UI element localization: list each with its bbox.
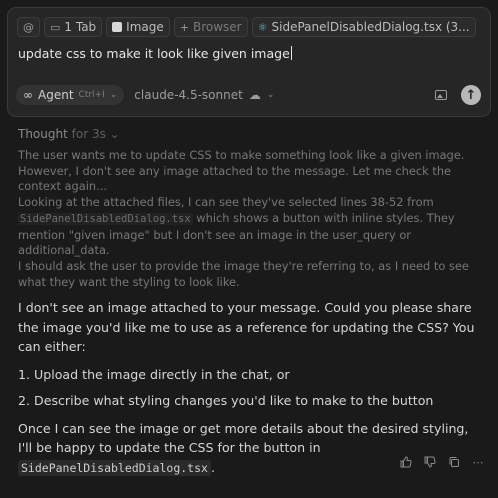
prompt-text: update css to make it look like given im…: [18, 46, 290, 61]
chevron-down-icon: ⌄: [109, 90, 118, 100]
image-chip[interactable]: Image: [106, 17, 170, 37]
model-selector[interactable]: claude-4.5-sonnet ☁ ⌄: [134, 88, 274, 102]
infinity-icon: ∞: [23, 88, 33, 102]
composer-toolbar: ∞ Agent Ctrl+I ⌄ claude-4.5-sonnet ☁ ⌄ ↑: [16, 84, 481, 106]
attach-image-icon[interactable]: [435, 90, 447, 100]
response-outro: Once I can see the image or get more det…: [18, 420, 469, 476]
message-actions: ⋯: [400, 456, 484, 469]
react-icon: ⚛: [257, 20, 268, 34]
prompt-input[interactable]: update css to make it look like given im…: [18, 46, 292, 61]
thumbs-up-icon[interactable]: [400, 456, 412, 468]
file-chip-label: SidePanelDisabledDialog.tsx (3...: [271, 20, 470, 34]
options-list: Upload the image directly in the chat, o…: [18, 365, 486, 411]
list-item: Upload the image directly in the chat, o…: [34, 365, 486, 385]
thought-content: The user wants me to update CSS to make …: [18, 148, 483, 290]
context-chips: @ ▭ 1 Tab Image + Browser ⚛ SidePanelDis…: [17, 17, 476, 37]
inline-code[interactable]: SidePanelDisabledDialog.tsx: [18, 459, 211, 476]
file-chip[interactable]: ⚛ SidePanelDisabledDialog.tsx (3...: [251, 17, 476, 37]
image-icon: [112, 22, 123, 32]
at-icon: @: [23, 20, 34, 34]
brain-icon: ☁: [248, 88, 261, 102]
list-item: Describe what styling changes you'd like…: [34, 391, 486, 411]
tab-chip-label: 1 Tab: [64, 20, 97, 34]
mention-chip[interactable]: @: [17, 17, 40, 37]
copy-icon[interactable]: [448, 456, 460, 468]
chat-composer: @ ▭ 1 Tab Image + Browser ⚛ SidePanelDis…: [7, 7, 491, 117]
thought-paragraph: Looking at the attached files, I can see…: [18, 195, 455, 258]
thumbs-down-icon[interactable]: [424, 456, 436, 468]
more-icon[interactable]: ⋯: [472, 456, 484, 469]
plus-icon: +: [179, 20, 189, 34]
agent-mode-button[interactable]: ∞ Agent Ctrl+I ⌄: [16, 85, 125, 105]
tab-icon: ▭: [50, 20, 61, 34]
thought-toggle[interactable]: Thought for 3s ⌄: [18, 127, 120, 141]
thought-duration: for 3s: [71, 127, 106, 141]
chevron-down-icon: ⌄: [109, 127, 120, 141]
agent-shortcut: Ctrl+I: [78, 90, 105, 100]
image-chip-label: Image: [126, 20, 164, 34]
thought-paragraph: I should ask the user to provide the ima…: [18, 258, 469, 289]
response-intro: I don't see an image attached to your me…: [18, 300, 475, 354]
text-cursor: [290, 46, 292, 60]
thought-label: Thought: [18, 127, 68, 141]
chevron-down-icon: ⌄: [266, 90, 275, 100]
inline-code: SidePanelDisabledDialog.tsx: [18, 212, 193, 225]
browser-chip-label: Browser: [192, 20, 242, 34]
model-label: claude-4.5-sonnet: [134, 88, 243, 102]
thought-paragraph: The user wants me to update CSS to make …: [18, 148, 465, 194]
tab-chip[interactable]: ▭ 1 Tab: [44, 17, 103, 37]
send-button[interactable]: ↑: [461, 85, 481, 105]
agent-mode-label: Agent: [38, 88, 74, 102]
browser-chip[interactable]: + Browser: [173, 17, 248, 37]
